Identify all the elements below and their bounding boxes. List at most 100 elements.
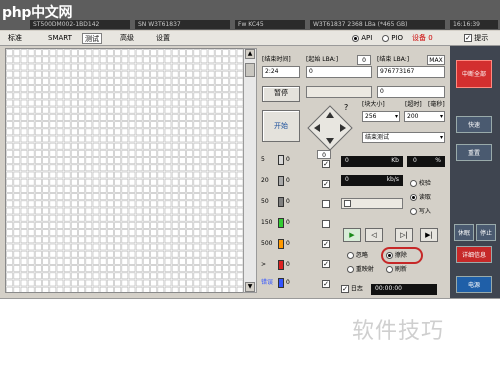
timeout-label: [超时] — [405, 101, 422, 108]
power-button[interactable]: 电源 — [456, 276, 492, 293]
refresh-option[interactable]: 刷新 — [386, 266, 407, 274]
legend-row: 50 0 — [261, 197, 290, 207]
start-lba-offset[interactable]: 0 — [357, 55, 371, 65]
reset-button[interactable]: 重置 — [456, 144, 492, 161]
side-panel: 中断全部 快速 重置 休眠 停止 详细信息 电源 — [450, 46, 500, 298]
menu-bar: 标准 SMART 测试 高级 设置 API PIO 设备 0 ✓ 提示 — [0, 31, 500, 46]
tab-test[interactable]: 测试 — [82, 33, 102, 44]
percent-display: 0 % — [407, 156, 445, 167]
legend-check[interactable] — [322, 220, 330, 228]
drive-firmware: Fw KC45 — [235, 20, 305, 29]
legend-swatch — [278, 278, 284, 288]
read-option[interactable]: 读取 — [410, 194, 431, 202]
pause-button[interactable]: 暂停 — [262, 86, 300, 102]
speed-display: 0 kb/s — [341, 175, 403, 186]
skip-forward-button[interactable]: ▷| — [395, 228, 413, 242]
tab-standard[interactable]: 标准 — [6, 33, 24, 44]
ignore-option[interactable]: 忽略 — [347, 252, 368, 260]
tab-settings[interactable]: 设置 — [154, 33, 172, 44]
device-label: 设备 0 — [412, 34, 433, 42]
log-option[interactable]: ✓ 日志 — [341, 285, 363, 294]
chevron-down-icon: ▾ — [439, 113, 443, 120]
legend-swatch — [278, 218, 284, 228]
elapsed-timer: 00:00:00 — [371, 284, 437, 295]
counter-field: 0 — [317, 150, 331, 159]
block-size-select[interactable]: 256 ▾ — [362, 111, 400, 122]
legend-check[interactable]: ✓ — [322, 280, 330, 288]
drive-capacity: W3T61837 2368 LBa (*465 GB) — [310, 20, 445, 29]
erase-radio[interactable] — [386, 252, 393, 259]
chevron-down-icon: ▾ — [394, 113, 398, 120]
legend-swatch — [278, 176, 284, 186]
erase-option[interactable]: 擦除 — [386, 252, 407, 260]
title-bar: php中文网 ST500DM002-1BD142 SN W3T61837 Fw … — [0, 0, 500, 30]
verify-radio[interactable] — [410, 180, 417, 187]
end-field[interactable]: 0 — [377, 86, 445, 98]
surface-scan-map — [5, 48, 257, 293]
log-field — [341, 198, 403, 209]
map-scrollbar[interactable]: ▲ ▼ — [243, 48, 257, 293]
site-logo: php中文网 — [2, 5, 73, 21]
time-label: [结束时间] — [262, 56, 291, 63]
verify-option[interactable]: 校验 — [410, 180, 431, 188]
refresh-radio[interactable] — [386, 266, 393, 273]
end-test-select[interactable]: 结束测试 ▾ — [362, 132, 445, 143]
end-lba-field[interactable]: 976773167 — [377, 66, 445, 78]
quick-button[interactable]: 快速 — [456, 116, 492, 133]
rw-counter: 0 Kb — [341, 156, 403, 167]
application-window: php中文网 ST500DM002-1BD142 SN W3T61837 Fw … — [0, 0, 500, 298]
legend-check[interactable]: ✓ — [322, 240, 330, 248]
legend-row: 错误 0 — [261, 278, 290, 288]
timeout-select[interactable]: 200 ▾ — [404, 111, 445, 122]
speed-label: [毫秒] — [428, 101, 445, 108]
legend-row: > 0 — [261, 260, 290, 270]
drive-model: ST500DM002-1BD142 — [30, 20, 130, 29]
pio-option[interactable]: PIO — [380, 33, 405, 44]
help-icon[interactable]: ? — [344, 104, 348, 112]
detail-button[interactable]: 详细信息 — [456, 246, 492, 263]
log-toggle[interactable]: ✓ — [341, 285, 349, 293]
remap-option[interactable]: 重映射 — [347, 266, 374, 274]
legend-swatch — [278, 260, 284, 270]
back-button[interactable]: ◁ — [365, 228, 383, 242]
scan-grid — [6, 49, 256, 292]
start-button[interactable]: 开始 — [262, 110, 300, 142]
legend-check[interactable]: ✓ — [322, 180, 330, 188]
end-button[interactable]: ▶| — [420, 228, 438, 242]
legend-row: 20 0 — [261, 176, 290, 186]
play-button[interactable]: ▶ — [343, 228, 361, 242]
ignore-radio[interactable] — [347, 252, 354, 259]
legend-check[interactable] — [322, 200, 330, 208]
max-button[interactable]: MAX — [427, 55, 445, 65]
hint-option[interactable]: ✓ 提示 — [462, 33, 490, 44]
log-check[interactable] — [344, 200, 351, 207]
start-lba-label: [起始 LBA:] — [306, 56, 339, 63]
end-lba-label: [结束 LBA:] — [377, 56, 410, 63]
block-size-label: [块大小] — [362, 101, 385, 108]
start-lba-field[interactable]: 0 — [306, 66, 372, 78]
api-option[interactable]: API — [350, 33, 374, 44]
scroll-down-arrow-icon[interactable]: ▼ — [245, 282, 255, 292]
legend-swatch — [278, 239, 284, 249]
hint-check[interactable]: ✓ — [464, 34, 472, 42]
read-radio[interactable] — [410, 194, 417, 201]
tab-smart[interactable]: SMART — [46, 33, 74, 44]
write-radio[interactable] — [410, 208, 417, 215]
tab-advanced[interactable]: 高级 — [118, 33, 136, 44]
chevron-down-icon: ▾ — [439, 134, 443, 141]
legend-check[interactable]: ✓ — [322, 260, 330, 268]
watermark-text: 软件技巧 — [352, 319, 445, 344]
pio-radio[interactable] — [382, 34, 389, 42]
sleep-button[interactable]: 休眠 — [454, 224, 474, 241]
legend-row: 500 0 — [261, 239, 290, 249]
api-radio[interactable] — [352, 34, 359, 42]
scroll-thumb[interactable] — [245, 63, 255, 77]
clock: 16:16:39 — [450, 20, 498, 29]
legend-check[interactable]: ✓ — [322, 160, 330, 168]
remap-radio[interactable] — [347, 266, 354, 273]
stop-button[interactable]: 停止 — [476, 224, 496, 241]
write-option[interactable]: 写入 — [410, 208, 431, 216]
time-field[interactable]: 2:24 — [262, 66, 300, 78]
cancel-all-button[interactable]: 中断全部 — [456, 60, 492, 88]
scroll-up-arrow-icon[interactable]: ▲ — [245, 49, 255, 59]
